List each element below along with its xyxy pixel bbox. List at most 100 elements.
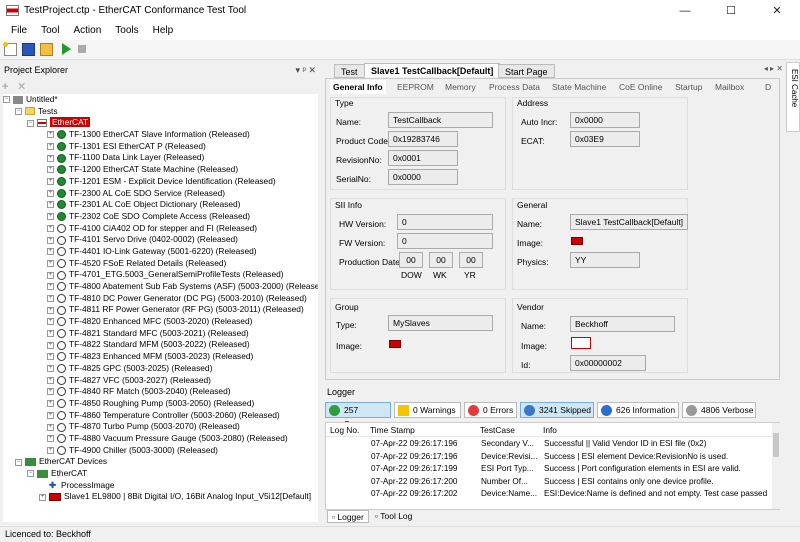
log-row[interactable]: 1107-Apr-22 09:26:17:196Device:Revisi...… (329, 451, 774, 463)
tab-slave1[interactable]: Slave1 TestCallback[Default] (364, 63, 501, 77)
test-item[interactable]: + TF-4822 Standard MFM (5003-2022) (Relea… (3, 339, 318, 351)
vendor-id-field[interactable]: 0x00000002 (570, 355, 646, 371)
general-name-field[interactable]: Slave1 TestCallback[Default] (570, 214, 688, 230)
yr-field[interactable]: 00 (459, 252, 483, 268)
tree-ethercat[interactable]: − EtherCAT (3, 117, 318, 129)
col-test-case[interactable]: TestCase (480, 423, 515, 437)
menu-tool[interactable]: Tool (34, 22, 66, 40)
skipped-icon (524, 405, 535, 416)
test-item[interactable]: + TF-4870 Turbo Pump (5003-2070) (Release… (3, 421, 318, 433)
minimize-button[interactable]: — (662, 0, 708, 22)
hw-version-field[interactable]: 0 (397, 214, 493, 230)
errors-filter-button[interactable]: 0 Errors (464, 402, 517, 418)
subtab-process-data[interactable]: Process Data (489, 80, 540, 94)
subtab-general-info[interactable]: General Info (330, 80, 386, 94)
serial-field[interactable]: 0x0000 (388, 169, 458, 185)
warnings-filter-button[interactable]: 0 Warnings (394, 402, 461, 418)
subtab-memory[interactable]: Memory (445, 80, 476, 94)
product-code-field[interactable]: 0x19283746 (388, 131, 458, 147)
log-row[interactable]: 107-Apr-22 09:26:17:196Secondary V...Suc… (329, 438, 774, 450)
esi-cache-side-tab[interactable]: ESI Cache (786, 62, 800, 132)
tree-dev-ethercat[interactable]: − EtherCAT (3, 468, 318, 480)
test-item[interactable]: + TF-4800 Abatement Sub Fab Systems (ASF)… (3, 281, 318, 293)
maximize-button[interactable]: ☐ (708, 0, 754, 22)
open-folder-icon[interactable] (40, 43, 53, 56)
tab-test[interactable]: Test (334, 64, 365, 78)
tab-start-page[interactable]: Start Page (498, 64, 555, 78)
test-item[interactable]: + TF-4821 Standard MFC (5003-2021) (Relea… (3, 328, 318, 340)
tab-tool-log[interactable]: ▫ Tool Log (371, 510, 416, 523)
close-button[interactable]: ✕ (754, 0, 800, 22)
test-item[interactable]: + TF-1300 EtherCAT Slave Information (Rel… (3, 129, 318, 141)
auto-incr-field[interactable]: 0x0000 (570, 112, 640, 128)
col-log-no[interactable]: Log No. (330, 423, 359, 437)
test-item[interactable]: + TF-4820 Enhanced MFC (5003-2020) (Relea… (3, 316, 318, 328)
menu-tools[interactable]: Tools (108, 22, 145, 40)
information-filter-button[interactable]: 626 Information (597, 402, 679, 418)
test-item[interactable]: + TF-2302 CoE SDO Complete Access (Releas… (3, 211, 318, 223)
log-row[interactable]: 1407-Apr-22 09:26:17:200Number Of...Succ… (329, 476, 774, 488)
subtab-mailbox[interactable]: Mailbox (715, 80, 744, 94)
tree-process-image[interactable]: ✚ ProcessImage (3, 480, 318, 492)
group-type-field[interactable]: MySlaves (388, 315, 493, 331)
subtab-d[interactable]: D (765, 80, 771, 94)
test-item[interactable]: + TF-1201 ESM - Explicit Device Identific… (3, 176, 318, 188)
test-item[interactable]: + TF-4880 Vacuum Pressure Gauge (5003-208… (3, 433, 318, 445)
test-item[interactable]: + TF-1100 Data Link Layer (Released) (3, 152, 318, 164)
col-info[interactable]: Info (543, 423, 557, 437)
tree-devices[interactable]: − EtherCAT Devices (3, 456, 318, 468)
new-file-icon[interactable] (3, 42, 17, 56)
subtab-startup[interactable]: Startup (675, 80, 702, 94)
test-item[interactable]: + TF-4860 Temperature Controller (5003-20… (3, 410, 318, 422)
tab-logger[interactable]: ▫ Logger (327, 510, 369, 523)
verbose-filter-button[interactable]: 4806 Verbose (682, 402, 756, 418)
test-item[interactable]: + TF-4100 CiA402 OD for stepper and FI (R… (3, 223, 318, 235)
test-item[interactable]: + TF-4850 Roughing Pump (5003-2050) (Rele… (3, 398, 318, 410)
test-item[interactable]: + TF-4520 FSoE Related Details (Released) (3, 258, 318, 270)
test-item[interactable]: + TF-4823 Enhanced MFM (5003-2023) (Relea… (3, 351, 318, 363)
stop-icon[interactable] (78, 45, 86, 53)
test-item[interactable]: + TF-4401 IO-Link Gateway (5001-6220) (Re… (3, 246, 318, 258)
subtab-state-machine[interactable]: State Machine (552, 80, 606, 94)
test-item[interactable]: + TF-4810 DC Power Generator (DC PG) (500… (3, 293, 318, 305)
save-icon[interactable] (22, 43, 35, 56)
tree-root[interactable]: − Untitled* (3, 94, 318, 106)
log-row[interactable]: 1207-Apr-22 09:26:17:199ESI Port Typ...S… (329, 463, 774, 475)
panel-pin-controls[interactable]: ▾ ᵖ ✕ (296, 62, 316, 78)
revision-field[interactable]: 0x0001 (388, 150, 458, 166)
menu-file[interactable]: File (4, 22, 34, 40)
menu-help[interactable]: Help (146, 22, 181, 40)
subtab-eeprom[interactable]: EEPROM (397, 80, 434, 94)
test-item[interactable]: + TF-4811 RF Power Generator (RF PG) (500… (3, 304, 318, 316)
test-item[interactable]: + TF-4101 Servo Drive (0402-0002) (Releas… (3, 234, 318, 246)
ecat-field[interactable]: 0x03E9 (570, 131, 640, 147)
type-name-field[interactable]: TestCallback (388, 112, 493, 128)
log-row[interactable]: 1507-Apr-22 09:26:17:202Device:Name...ES… (329, 488, 774, 500)
physics-field[interactable]: YY (570, 252, 640, 268)
test-item[interactable]: + TF-4900 Chiller (5003-3000) (Released) (3, 445, 318, 457)
skipped-filter-button[interactable]: 3241 Skipped (520, 402, 594, 418)
col-time-stamp[interactable]: Time Stamp (370, 423, 415, 437)
test-item[interactable]: + TF-2300 AL CoE SDO Service (Released) (3, 188, 318, 200)
run-icon[interactable] (62, 43, 71, 55)
test-item[interactable]: + TF-4827 VFC (5003-2027) (Released) (3, 375, 318, 387)
vendor-name-field[interactable]: Beckhoff (570, 316, 675, 332)
wk-field[interactable]: 00 (429, 252, 453, 268)
test-item[interactable]: + TF-4701_ETG.5003_GeneralSemiProfileTest… (3, 269, 318, 281)
tree-tests[interactable]: − Tests (3, 106, 318, 118)
success-filter-button[interactable]: 257 Success (325, 402, 391, 429)
menu-action[interactable]: Action (66, 22, 108, 40)
tree-slave[interactable]: + Slave1 EL9800 | 8Bit Digital I/O, 16Bit… (3, 491, 318, 503)
fw-version-field[interactable]: 0 (397, 233, 493, 249)
dow-field[interactable]: 00 (399, 252, 423, 268)
tab-scroll-arrows[interactable]: ◂ ▸ ✕ (764, 64, 783, 73)
test-item[interactable]: + TF-1301 ESI EtherCAT P (Released) (3, 141, 318, 153)
add-icon[interactable]: + (2, 81, 8, 93)
test-item[interactable]: + TF-4840 RF Match (5003-2040) (Released) (3, 386, 318, 398)
test-item[interactable]: + TF-1200 EtherCAT State Machine (Release… (3, 164, 318, 176)
test-item[interactable]: + TF-4825 GPC (5003-2025) (Released) (3, 363, 318, 375)
log-scrollbar[interactable] (772, 423, 780, 509)
subtab-coe-online[interactable]: CoE Online (619, 80, 662, 94)
delete-icon[interactable]: ✕ (17, 81, 26, 93)
test-item[interactable]: + TF-2301 AL CoE Object Dictionary (Relea… (3, 199, 318, 211)
